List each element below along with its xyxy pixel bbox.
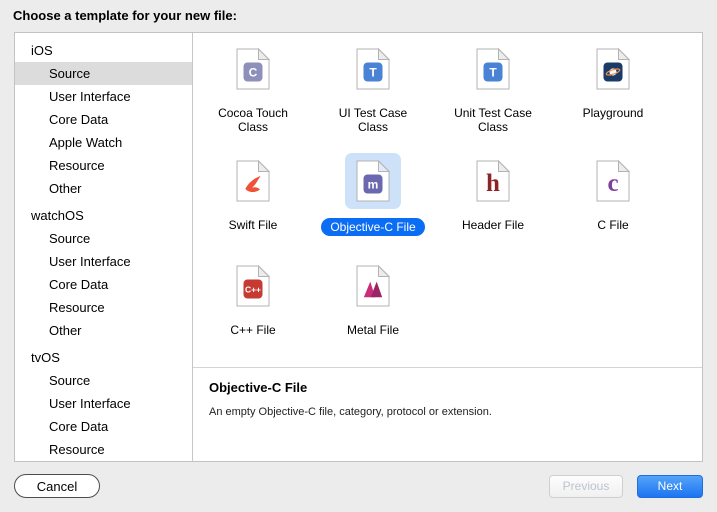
planet-badge [604,63,623,82]
template-label: C File [597,218,628,232]
template-swift-file[interactable]: Swift File [193,153,313,258]
sidebar-item-watchos-user-interface[interactable]: User Interface [15,250,192,273]
sidebar-item-tvos-resource[interactable]: Resource [15,438,192,461]
sidebar-item-watchos-core-data[interactable]: Core Data [15,273,192,296]
sidebar-item-ios-apple-watch[interactable]: Apple Watch [15,131,192,154]
playground-icon [585,41,641,97]
template-metal-file[interactable]: Metal File [313,258,433,363]
template-objective-c-file-selected[interactable]: m Objective-C File [313,153,433,258]
template-label: C++ File [230,323,275,337]
sidebar-item-watchos-source[interactable]: Source [15,227,192,250]
sidebar-item-ios-resource[interactable]: Resource [15,154,192,177]
template-description-panel: Objective-C File An empty Objective-C fi… [193,367,702,461]
template-label: Header File [462,218,524,232]
template-chooser-panel: iOS Source User Interface Core Data Appl… [14,32,703,462]
class-c-badge: C [244,63,263,82]
objective-c-file-icon: m [345,153,401,209]
template-label: UI Test Case Class [325,106,421,134]
sidebar-item-ios-core-data[interactable]: Core Data [15,108,192,131]
header-h-glyph: h [476,163,510,205]
test-t-badge: T [364,63,383,82]
template-cocoa-touch-class[interactable]: C Cocoa Touch Class [193,41,313,153]
template-label: Playground [583,106,644,120]
next-button[interactable]: Next [637,475,703,498]
footer: Cancel Previous Next [0,473,717,499]
sidebar-item-ios-user-interface[interactable]: User Interface [15,85,192,108]
template-unit-test-case-class[interactable]: T Unit Test Case Class [433,41,553,153]
template-cpp-file[interactable]: C++ C++ File [193,258,313,363]
description-text: An empty Objective-C file, category, pro… [209,406,686,418]
test-t-badge: T [484,63,503,82]
dialog-title: Choose a template for your new file: [13,8,237,23]
cpp-file-icon: C++ [225,258,281,314]
template-label: Cocoa Touch Class [205,106,301,134]
footer-right-buttons: Previous Next [549,475,703,498]
selection-pill: Objective-C File [321,218,424,236]
template-playground[interactable]: Playground [553,41,673,153]
cocoa-touch-class-icon: C [225,41,281,97]
sidebar-item-watchos-other[interactable]: Other [15,319,192,342]
sidebar-item-ios-other[interactable]: Other [15,177,192,200]
template-c-file[interactable]: c C File [553,153,673,258]
template-grid-area: C Cocoa Touch Class T [193,33,702,461]
cpp-badge: C++ [244,280,263,299]
metal-m-glyph [362,278,384,300]
planet-glyph [605,64,622,81]
template-header-file[interactable]: h Header File [433,153,553,258]
unit-test-case-icon: T [465,41,521,97]
description-title: Objective-C File [209,380,686,395]
c-file-icon: c [585,153,641,209]
template-label: Unit Test Case Class [445,106,541,134]
sidebar-item-tvos-user-interface[interactable]: User Interface [15,392,192,415]
sidebar-item-ios-source[interactable]: Source [15,62,192,85]
header-file-icon: h [465,153,521,209]
swift-bird-glyph [242,173,264,195]
cancel-button[interactable]: Cancel [14,474,100,498]
sidebar-section-tvos: tvOS [15,346,192,369]
previous-button[interactable]: Previous [549,475,623,498]
template-label: Metal File [347,323,399,337]
sidebar-section-watchos: watchOS [15,204,192,227]
sidebar-item-tvos-source[interactable]: Source [15,369,192,392]
template-label: Swift File [229,218,278,232]
objc-m-badge: m [364,175,383,194]
sidebar-item-watchos-resource[interactable]: Resource [15,296,192,319]
c-glyph: c [596,163,630,205]
template-ui-test-case-class[interactable]: T UI Test Case Class [313,41,433,153]
selected-template-label: Objective-C File [321,218,424,236]
sidebar-section-ios: iOS [15,39,192,62]
swift-file-icon [225,153,281,209]
template-grid: C Cocoa Touch Class T [193,33,702,367]
sidebar-item-tvos-core-data[interactable]: Core Data [15,415,192,438]
ui-test-case-icon: T [345,41,401,97]
sidebar: iOS Source User Interface Core Data Appl… [15,33,193,461]
metal-file-icon [345,258,401,314]
